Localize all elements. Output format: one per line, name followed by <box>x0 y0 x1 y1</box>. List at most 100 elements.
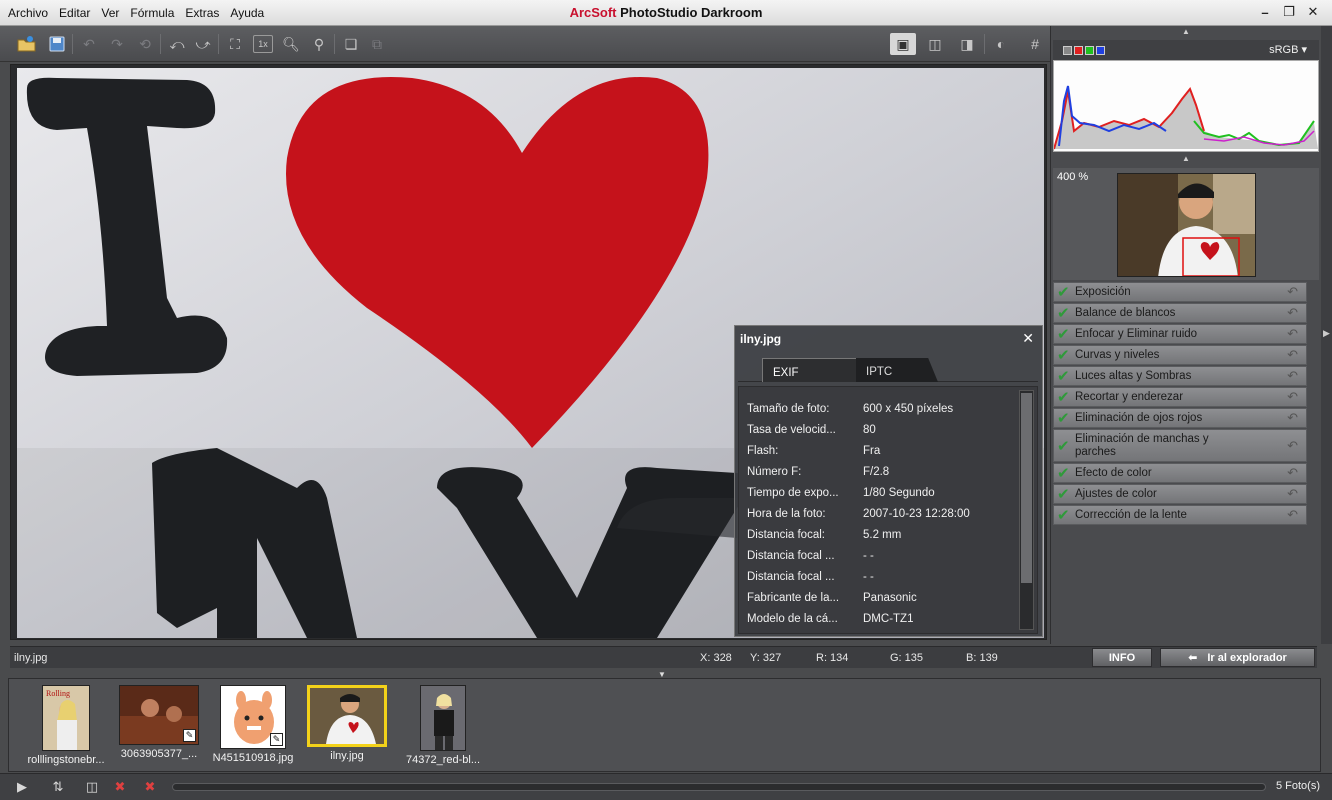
edited-badge-icon: ✎ <box>270 733 283 746</box>
globe-icon[interactable]: ◐ <box>990 33 1012 55</box>
reset-icon[interactable]: ↶ <box>1287 284 1298 300</box>
zoom-out-icon[interactable]: ⚲ <box>308 33 330 55</box>
right-panel: ▲ sRGB ▾ ▲ 400 % ✔ Exposición ↶ ✔ Balanc… <box>1050 26 1320 644</box>
rotate-right-icon[interactable]: ⤻ <box>192 33 214 55</box>
compare-icon[interactable]: ❏ <box>340 33 362 55</box>
film-item[interactable]: Rolling rolllingstonebr... <box>17 685 115 766</box>
adjustment-recortar[interactable]: ✔ Recortar y enderezar ↶ <box>1053 387 1307 407</box>
info-panel: ilny.jpg ✕ EXIF IPTC Tamaño de foto: 600 … <box>734 325 1043 637</box>
reset-icon[interactable]: ↶ <box>1287 465 1298 481</box>
side-by-side-icon[interactable]: ◫ <box>922 33 948 55</box>
restore-icon[interactable]: ❐ <box>1278 3 1300 21</box>
adjustment-curvas[interactable]: ✔ Curvas y niveles ↶ <box>1053 345 1307 365</box>
info-button[interactable]: INFO <box>1092 648 1152 667</box>
adjustment-efecto-color[interactable]: ✔ Efecto de color ↶ <box>1053 463 1307 483</box>
reset-icon[interactable]: ↶ <box>1287 326 1298 342</box>
revert-icon[interactable]: ⟲ <box>134 33 156 55</box>
adjustment-ojos-rojos[interactable]: ✔ Eliminación de ojos rojos ↶ <box>1053 408 1307 428</box>
menu-editar[interactable]: Editar <box>55 6 94 20</box>
save-icon[interactable] <box>46 33 68 55</box>
film-item[interactable]: 74372_red-bl... <box>399 685 487 766</box>
reset-icon[interactable]: ↶ <box>1287 389 1298 405</box>
reset-icon[interactable]: ↶ <box>1287 486 1298 502</box>
menu-extras[interactable]: Extras <box>181 6 223 20</box>
menu-ayuda[interactable]: Ayuda <box>226 6 268 20</box>
info-tabs: EXIF IPTC <box>738 356 1038 382</box>
actual-size-icon[interactable]: 1x <box>253 35 273 53</box>
slideshow-icon[interactable]: ▶ <box>12 779 32 795</box>
redo-icon[interactable]: ↷ <box>106 33 128 55</box>
side-panel-toggle[interactable]: ▶ <box>1321 26 1332 644</box>
reset-icon[interactable]: ↶ <box>1287 347 1298 363</box>
channel-blue-icon[interactable] <box>1096 45 1105 55</box>
reset-icon[interactable]: ↶ <box>1287 507 1298 523</box>
delete-icon[interactable]: ✖ <box>140 779 160 795</box>
explorer-button[interactable]: ⬅ Ir al explorador <box>1160 648 1315 667</box>
status-b: B: 139 <box>966 651 998 664</box>
adjustment-enfocar[interactable]: ✔ Enfocar y Eliminar ruido ↶ <box>1053 324 1307 344</box>
menu-formula[interactable]: Fórmula <box>126 6 178 20</box>
open-folder-icon[interactable] <box>16 33 38 55</box>
sort-icon[interactable]: ⇅ <box>48 779 68 795</box>
menu-archivo[interactable]: Archivo <box>4 6 52 20</box>
film-thumbnail[interactable]: ✎ <box>220 685 286 749</box>
navigator-thumbnail[interactable] <box>1117 173 1256 277</box>
collapse-histogram-icon[interactable]: ▲ <box>1051 154 1321 166</box>
channel-red-icon[interactable] <box>1074 45 1083 55</box>
zoom-in-icon[interactable]: 🔍︎ <box>280 33 302 55</box>
channel-green-icon[interactable] <box>1085 45 1094 55</box>
batch-icon[interactable]: ⧉ <box>366 33 388 55</box>
remove-icon[interactable]: ✖ <box>110 779 130 795</box>
fit-screen-icon[interactable]: ⛶ <box>224 33 246 55</box>
filmstrip-scrollbar[interactable] <box>172 783 1266 791</box>
check-icon: ✔ <box>1057 465 1070 482</box>
adjustment-ajustes-color[interactable]: ✔ Ajustes de color ↶ <box>1053 484 1307 504</box>
film-item-selected[interactable]: ilny.jpg <box>307 685 387 762</box>
split-view-icon[interactable]: ◨ <box>954 33 980 55</box>
menu-ver[interactable]: Ver <box>97 6 123 20</box>
reset-icon[interactable]: ↶ <box>1287 438 1298 454</box>
tab-iptc[interactable]: IPTC <box>856 358 938 382</box>
close-icon[interactable]: ✕ <box>1022 330 1034 347</box>
film-thumbnail[interactable]: Rolling <box>42 685 90 751</box>
film-thumbnail[interactable]: ✎ <box>119 685 199 745</box>
tab-exif[interactable]: EXIF <box>762 358 858 382</box>
reset-icon[interactable]: ↶ <box>1287 368 1298 384</box>
collapse-up-icon[interactable]: ▲ <box>1051 26 1321 38</box>
adjustment-luces-sombras[interactable]: ✔ Luces altas y Sombras ↶ <box>1053 366 1307 386</box>
close-icon[interactable]: ✕ <box>1302 3 1324 21</box>
filmstrip: Rolling rolllingstonebr... ✎ 3063905377_… <box>8 678 1321 772</box>
reset-icon[interactable]: ↶ <box>1287 305 1298 321</box>
single-view-icon[interactable]: ▣ <box>890 33 916 55</box>
film-item[interactable]: ✎ N451510918.jpg <box>209 685 297 764</box>
exif-list: Tamaño de foto: 600 x 450 píxeles Tasa de… <box>738 386 1038 634</box>
compare-photos-icon[interactable]: ◫ <box>82 779 102 795</box>
undo-icon[interactable]: ↶ <box>78 33 100 55</box>
adjustment-exposicion[interactable]: ✔ Exposición ↶ <box>1053 282 1307 302</box>
adjustment-manchas[interactable]: ✔ Eliminación de manchas y parches ↶ <box>1053 429 1307 462</box>
adjustment-balance-blancos[interactable]: ✔ Balance de blancos ↶ <box>1053 303 1307 323</box>
channel-rgb-icon[interactable] <box>1063 45 1072 55</box>
adjustment-lente[interactable]: ✔ Corrección de la lente ↶ <box>1053 505 1307 525</box>
adjustments-list: ✔ Exposición ↶ ✔ Balance de blancos ↶ ✔ Enfoc… <box>1053 282 1307 526</box>
info-scrollbar[interactable] <box>1019 390 1034 630</box>
chevron-right-icon: ▶ <box>1323 328 1330 338</box>
minimize-icon[interactable]: – <box>1254 3 1276 21</box>
color-space-dropdown[interactable]: sRGB ▾ <box>1269 43 1307 56</box>
app-product: PhotoStudio Darkroom <box>620 5 763 20</box>
scrollbar-thumb[interactable] <box>1021 393 1032 583</box>
film-thumbnail[interactable] <box>420 685 466 751</box>
menu-bar: Archivo Editar Ver Fórmula Extras Ayuda <box>0 0 271 26</box>
rotate-left-icon[interactable]: ⤺ <box>166 33 188 55</box>
title-bar: Archivo Editar Ver Fórmula Extras Ayuda … <box>0 0 1332 26</box>
grid-icon[interactable]: # <box>1024 33 1046 55</box>
back-arrow-icon: ⬅ <box>1188 652 1198 664</box>
reset-icon[interactable]: ↶ <box>1287 410 1298 426</box>
film-item[interactable]: ✎ 3063905377_... <box>113 685 205 760</box>
check-icon: ✔ <box>1057 389 1070 406</box>
film-thumbnail[interactable] <box>307 685 387 747</box>
histogram-header: sRGB ▾ <box>1053 40 1319 60</box>
zoom-level: 400 % <box>1057 171 1089 183</box>
window-controls: – ❐ ✕ <box>1254 3 1324 21</box>
status-bar: ilny.jpg X: 328 Y: 327 R: 134 G: 135 B: … <box>10 646 1317 668</box>
